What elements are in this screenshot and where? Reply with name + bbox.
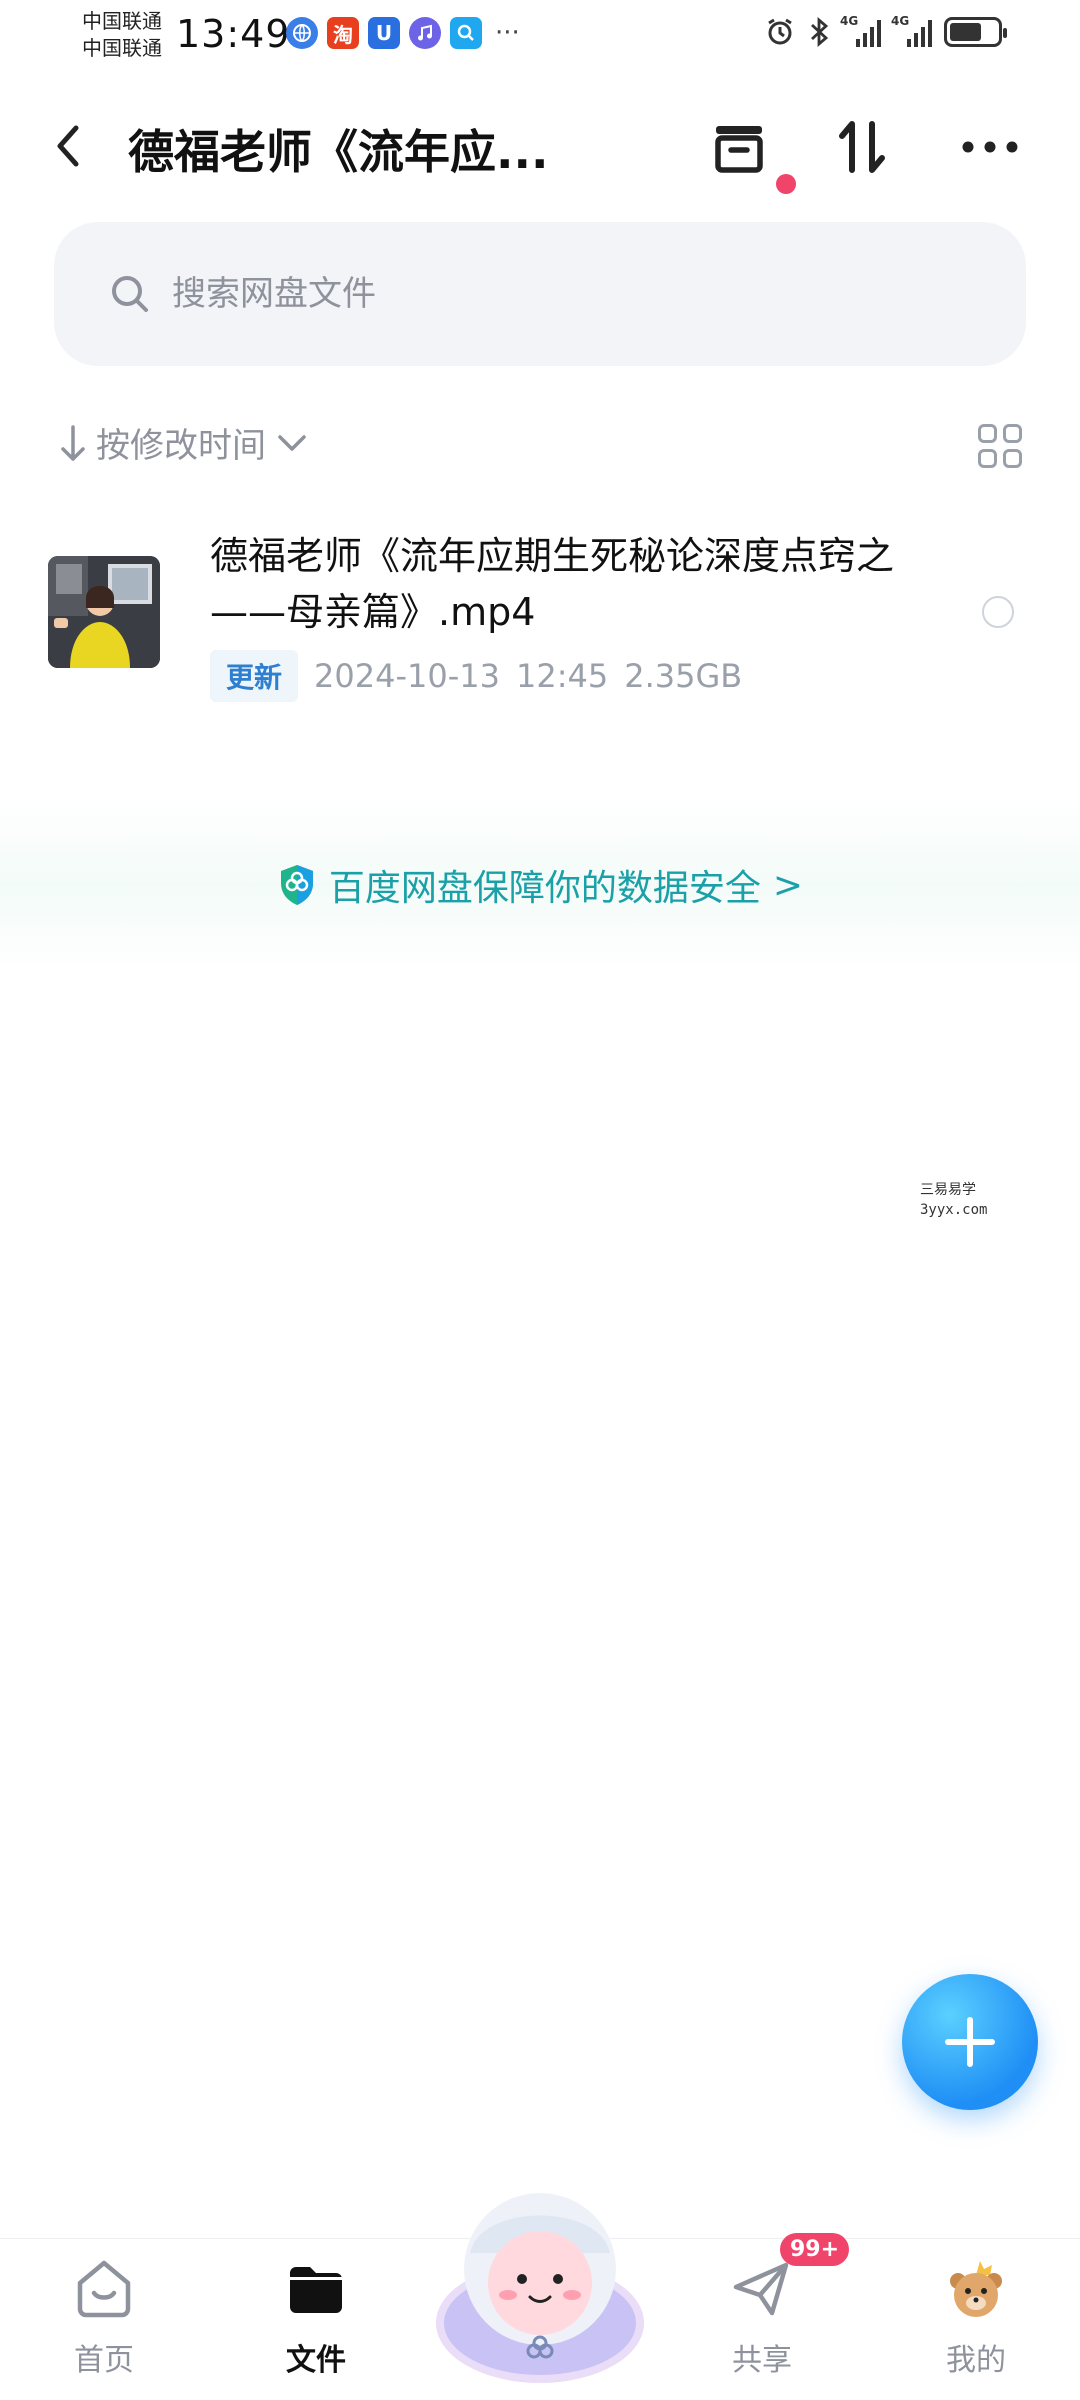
search-input[interactable] bbox=[172, 274, 952, 314]
nav-item-share[interactable]: 共享 bbox=[692, 2257, 832, 2379]
network-type-2: 4G bbox=[891, 14, 910, 28]
file-list-item[interactable]: 德福老师《流年应期生死秘论深度点窍之——母亲篇》.mp4 更新 2024-10-… bbox=[0, 510, 1080, 710]
network-type-1: 4G bbox=[840, 14, 859, 28]
arrow-down-icon bbox=[61, 424, 85, 461]
nav-item-profile[interactable]: 我的 bbox=[906, 2257, 1046, 2379]
status-bar: 中国联通 中国联通 13:49 淘 U ··· 4G 4G bbox=[0, 0, 1080, 70]
home-icon bbox=[72, 2257, 136, 2321]
carrier-info: 中国联通 中国联通 bbox=[82, 8, 162, 62]
search-app-icon bbox=[450, 17, 482, 49]
sort-by-modified-button[interactable]: 按修改时间 bbox=[58, 418, 310, 467]
add-fab-button[interactable] bbox=[902, 1974, 1038, 2110]
taobao-icon: 淘 bbox=[327, 17, 359, 49]
update-badge: 更新 bbox=[210, 650, 299, 702]
shield-icon bbox=[280, 865, 313, 905]
mascot-icon[interactable] bbox=[430, 2173, 650, 2383]
security-banner[interactable]: 百度网盘保障你的数据安全 > bbox=[0, 800, 1080, 970]
watermark-line-2: 3yyx.com bbox=[920, 1202, 988, 1218]
nav-item-home[interactable]: 首页 bbox=[34, 2257, 174, 2379]
carrier-label-1: 中国联通 bbox=[82, 9, 162, 33]
file-time: 12:45 bbox=[515, 657, 609, 695]
file-size: 2.35GB bbox=[624, 657, 743, 695]
folder-icon bbox=[284, 2257, 348, 2321]
signal-strength-icon-2: 4G bbox=[891, 14, 932, 47]
grid-view-toggle[interactable] bbox=[978, 424, 1022, 468]
chevron-right-icon: > bbox=[772, 864, 804, 906]
sort-toolbar: 按修改时间 bbox=[0, 410, 1080, 480]
archive-button[interactable] bbox=[704, 112, 774, 182]
nav-label-files: 文件 bbox=[286, 2343, 346, 2378]
system-icons: 4G 4G bbox=[764, 14, 1007, 48]
app-screen: 中国联通 中国联通 13:49 淘 U ··· 4G 4G 德福老师《流年应..… bbox=[0, 0, 1080, 2400]
archive-box-icon bbox=[715, 126, 763, 173]
share-count-badge: 99+ bbox=[780, 2233, 850, 2266]
profile-icon bbox=[944, 2257, 1008, 2321]
signal-strength-icon-1: 4G bbox=[840, 14, 881, 47]
plus-icon bbox=[945, 2017, 995, 2067]
grid-view-icon bbox=[978, 424, 997, 443]
nav-label-share: 共享 bbox=[732, 2343, 792, 2378]
music-icon bbox=[409, 17, 441, 49]
back-button[interactable] bbox=[48, 118, 96, 174]
sort-label: 按修改时间 bbox=[96, 426, 266, 466]
transfer-notification-dot bbox=[776, 174, 796, 194]
file-select-checkbox[interactable] bbox=[982, 596, 1014, 628]
chevron-down-icon bbox=[278, 434, 306, 451]
browser-icon bbox=[286, 17, 318, 49]
bottom-navigation: 首页 文件 共享 99+ 我的 bbox=[0, 2193, 1080, 2400]
chevron-left-icon bbox=[57, 125, 79, 167]
alarm-icon bbox=[768, 18, 792, 45]
top-app-bar: 德福老师《流年应... bbox=[0, 90, 1080, 200]
upload-download-icon bbox=[839, 121, 885, 173]
more-notifications-icon: ··· bbox=[495, 18, 520, 48]
watermark: 三易易学 3yyx.com bbox=[920, 1180, 987, 1220]
video-thumbnail bbox=[48, 556, 160, 668]
security-banner-text: 百度网盘保障你的数据安全 bbox=[328, 868, 761, 909]
transfer-button[interactable] bbox=[828, 112, 898, 182]
carrier-label-2: 中国联通 bbox=[82, 36, 162, 60]
watermark-line-1: 三易易学 bbox=[920, 1182, 976, 1198]
search-icon bbox=[112, 276, 148, 312]
file-meta: 更新 2024-10-13 12:45 2.35GB bbox=[210, 650, 742, 702]
notification-icons: 淘 U ··· bbox=[286, 17, 520, 49]
file-date: 2024-10-13 bbox=[314, 657, 500, 695]
share-icon bbox=[730, 2257, 794, 2321]
nav-label-profile: 我的 bbox=[946, 2343, 1006, 2378]
page-title: 德福老师《流年应... bbox=[128, 125, 549, 179]
more-options-button[interactable] bbox=[956, 112, 1026, 182]
more-horizontal-icon bbox=[962, 141, 1018, 153]
app-u-icon: U bbox=[368, 17, 400, 49]
search-bar[interactable] bbox=[54, 222, 1026, 366]
bluetooth-icon bbox=[811, 16, 829, 48]
file-name: 德福老师《流年应期生死秘论深度点窍之——母亲篇》.mp4 bbox=[210, 534, 895, 634]
nav-item-files[interactable]: 文件 bbox=[246, 2257, 386, 2379]
nav-label-home: 首页 bbox=[74, 2343, 134, 2378]
status-clock: 13:49 bbox=[176, 12, 291, 56]
battery-icon bbox=[944, 17, 1007, 47]
